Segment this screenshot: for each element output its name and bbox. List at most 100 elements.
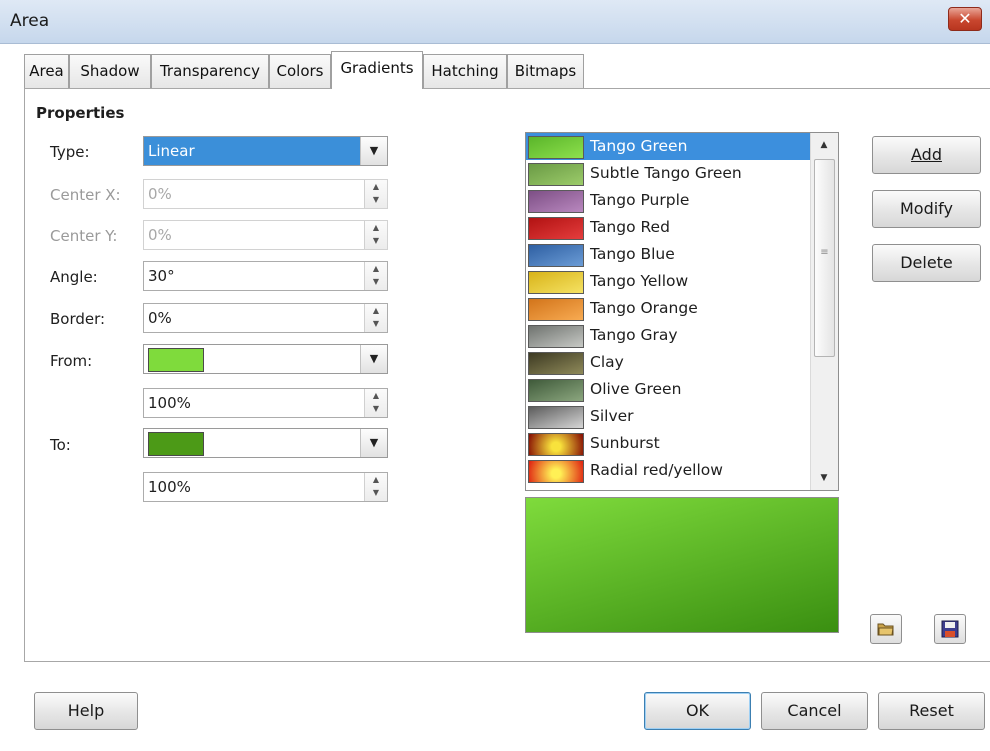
reset-label: Reset — [909, 701, 954, 720]
border-field[interactable]: 0% ▲ ▼ — [143, 303, 388, 333]
center-x-label: Center X: — [50, 186, 121, 204]
gradient-swatch — [528, 379, 584, 402]
from-label: From: — [50, 352, 93, 370]
cancel-label: Cancel — [787, 701, 842, 720]
to-intensity-field[interactable]: 100% ▲ ▼ — [143, 472, 388, 502]
title-bar — [0, 0, 990, 44]
to-color-select[interactable]: ▼ — [143, 428, 388, 458]
gradient-list-item[interactable]: Clay — [526, 349, 810, 376]
delete-button[interactable]: Delete — [872, 244, 981, 282]
folder-open-icon — [877, 623, 894, 636]
gradient-list-item[interactable]: Subtle Tango Green — [526, 160, 810, 187]
type-label: Type: — [50, 143, 90, 161]
gradient-list-item[interactable]: Tango Red — [526, 214, 810, 241]
angle-field[interactable]: 30° ▲ ▼ — [143, 261, 388, 291]
center-y-label: Center Y: — [50, 227, 118, 245]
gradient-swatch — [528, 271, 584, 294]
save-gradients-button[interactable] — [934, 614, 966, 644]
properties-heading: Properties — [36, 104, 125, 122]
type-value: Linear — [144, 137, 360, 165]
to-label: To: — [50, 436, 71, 454]
tab-shadow[interactable]: Shadow — [69, 54, 151, 88]
help-button[interactable]: Help — [34, 692, 138, 730]
from-intensity-field[interactable]: 100% ▲ ▼ — [143, 388, 388, 418]
gradient-name: Radial red/yellow — [590, 461, 723, 479]
close-button[interactable]: ✕ — [948, 7, 982, 31]
reset-button[interactable]: Reset — [878, 692, 985, 730]
gradient-name: Tango Purple — [590, 191, 690, 209]
gradient-swatch — [528, 406, 584, 429]
to-intensity-spinner[interactable]: ▲ ▼ — [364, 473, 387, 501]
gradient-swatch — [528, 460, 584, 483]
center-y-field[interactable]: 0% ▲ ▼ — [143, 220, 388, 250]
load-gradients-button[interactable] — [870, 614, 902, 644]
type-select[interactable]: Linear ▼ — [143, 136, 388, 166]
gradient-list-item[interactable]: Silver — [526, 403, 810, 430]
ok-button[interactable]: OK — [644, 692, 751, 730]
chevron-down-icon[interactable]: ▼ — [360, 429, 387, 457]
gradient-name: Tango Green — [590, 137, 688, 155]
center-y-value: 0% — [148, 226, 172, 244]
gradient-swatch — [528, 217, 584, 240]
chevron-down-icon[interactable]: ▼ — [360, 345, 387, 373]
center-x-spinner[interactable]: ▲ ▼ — [364, 180, 387, 208]
from-color-swatch — [148, 348, 204, 372]
tab-bitmaps[interactable]: Bitmaps — [507, 54, 584, 88]
gradient-list-scrollbar[interactable]: ▲ ≡ ▼ — [810, 133, 838, 490]
gradient-list-item[interactable]: Tango Gray — [526, 322, 810, 349]
from-intensity-spinner[interactable]: ▲ ▼ — [364, 389, 387, 417]
gradient-name: Silver — [590, 407, 634, 425]
add-label: Add — [911, 145, 942, 164]
scroll-down-icon[interactable]: ▼ — [811, 466, 837, 490]
gradient-list-item[interactable]: Olive Green — [526, 376, 810, 403]
tab-hatching[interactable]: Hatching — [423, 54, 507, 88]
gradient-name: Tango Red — [590, 218, 670, 236]
gradient-list[interactable]: Tango Green Subtle Tango Green Tango Purpl… — [525, 132, 839, 491]
gradient-swatch — [528, 325, 584, 348]
modify-button[interactable]: Modify — [872, 190, 981, 228]
gradient-list-item[interactable]: Tango Blue — [526, 241, 810, 268]
center-y-spinner[interactable]: ▲ ▼ — [364, 221, 387, 249]
save-icon — [941, 620, 959, 638]
angle-spinner[interactable]: ▲ ▼ — [364, 262, 387, 290]
to-color-swatch — [148, 432, 204, 456]
ok-label: OK — [685, 701, 710, 720]
gradient-list-item[interactable]: Tango Orange — [526, 295, 810, 322]
border-label: Border: — [50, 310, 106, 328]
gradient-swatch — [528, 163, 584, 186]
modify-label: Modify — [899, 199, 953, 218]
gradient-swatch — [528, 190, 584, 213]
tab-transparency[interactable]: Transparency — [151, 54, 269, 88]
from-color-select[interactable]: ▼ — [143, 344, 388, 374]
cancel-button[interactable]: Cancel — [761, 692, 868, 730]
scrollbar-thumb[interactable]: ≡ — [814, 159, 835, 357]
center-x-value: 0% — [148, 185, 172, 203]
gradient-swatch — [528, 352, 584, 375]
tab-gradients[interactable]: Gradients — [331, 51, 423, 89]
gradient-list-item[interactable]: Tango Green — [526, 133, 810, 160]
gradient-name: Tango Gray — [590, 326, 678, 344]
delete-label: Delete — [900, 253, 953, 272]
gradient-name: Tango Orange — [590, 299, 698, 317]
add-button[interactable]: Add — [872, 136, 981, 174]
gradient-swatch — [528, 136, 584, 159]
gradient-swatch — [528, 433, 584, 456]
gradient-list-item[interactable]: Sunburst — [526, 430, 810, 457]
gradient-list-item[interactable]: Radial red/yellow — [526, 457, 810, 484]
center-x-field[interactable]: 0% ▲ ▼ — [143, 179, 388, 209]
border-spinner[interactable]: ▲ ▼ — [364, 304, 387, 332]
gradient-name: Sunburst — [590, 434, 660, 452]
gradient-list-item[interactable]: Tango Yellow — [526, 268, 810, 295]
scroll-up-icon[interactable]: ▲ — [811, 133, 837, 157]
window-title: Area — [10, 11, 50, 31]
gradient-list-item[interactable]: Tango Purple — [526, 187, 810, 214]
close-icon: ✕ — [958, 9, 972, 28]
tab-area[interactable]: Area — [24, 54, 69, 88]
angle-label: Angle: — [50, 268, 98, 286]
tab-colors[interactable]: Colors — [269, 54, 331, 88]
chevron-down-icon[interactable]: ▼ — [360, 137, 387, 165]
gradient-name: Subtle Tango Green — [590, 164, 742, 182]
gradients-panel — [24, 88, 990, 662]
gradient-preview — [525, 497, 839, 633]
gradient-swatch — [528, 244, 584, 267]
